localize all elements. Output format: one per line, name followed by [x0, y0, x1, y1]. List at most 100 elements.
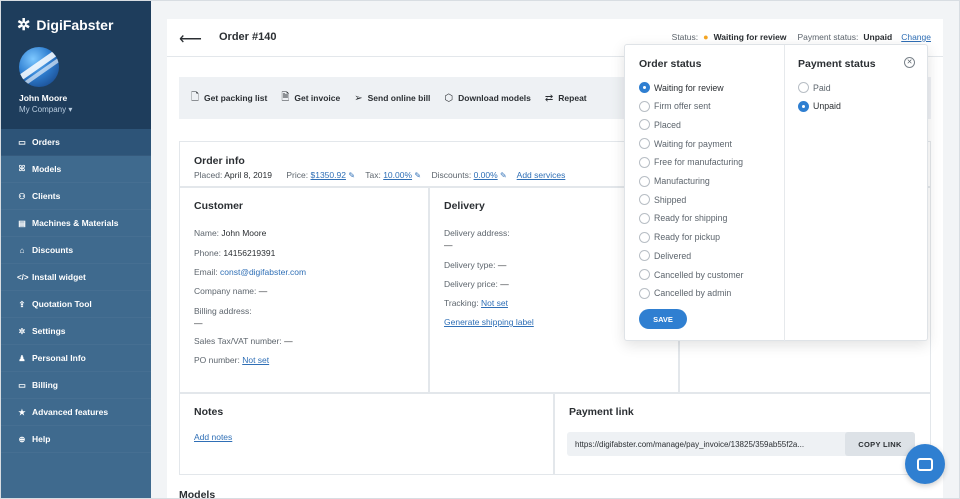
toolbar-repeat-icon: ⇄	[544, 92, 554, 104]
sidebar-item-orders[interactable]: ▭ Orders	[1, 129, 151, 156]
order-status-option-free-for-manufacturing[interactable]: Free for manufacturing	[639, 156, 743, 168]
sidebar-item-label: Discounts	[32, 245, 74, 255]
order-info-title: Order info	[194, 155, 245, 167]
close-icon[interactable]: ✕	[904, 57, 915, 68]
order-status-option-manufacturing[interactable]: Manufacturing	[639, 175, 710, 187]
sidebar-item-settings[interactable]: ✲ Settings	[1, 318, 151, 345]
add-notes-link[interactable]: Add notes	[194, 432, 232, 442]
generate-shipping-label-link[interactable]: Generate shipping label	[444, 317, 534, 327]
save-button[interactable]: SAVE	[639, 309, 687, 329]
company-selector[interactable]: My Company ▾	[19, 105, 72, 114]
radio-button[interactable]	[639, 212, 650, 224]
order-status-option-waiting-for-payment[interactable]: Waiting for payment	[639, 138, 732, 150]
sidebar-item-quotation-tool[interactable]: ⇪ Quotation Tool	[1, 291, 151, 318]
radio-button[interactable]	[639, 175, 650, 187]
sidebar-item-help[interactable]: ⊕ Help	[1, 426, 151, 453]
customer-company-field: Company name: —	[194, 286, 267, 296]
radio-button[interactable]	[639, 100, 650, 112]
customer-title: Customer	[194, 200, 244, 212]
delivery-address-field: Delivery address:	[444, 228, 510, 238]
payment-status-option-paid[interactable]: Paid	[798, 82, 831, 93]
discounts-label: Discounts:	[431, 170, 472, 180]
order-status-option-shipped[interactable]: Shipped	[639, 194, 686, 206]
change-status-link[interactable]: Change	[901, 32, 931, 42]
toolbar-get-invoice-button[interactable]: 🗎 Get invoice	[281, 90, 340, 107]
delivery-address-label: Delivery address:	[444, 228, 510, 238]
toolbar-get-packing-list-icon: 🗋	[191, 91, 200, 103]
order-status-option-delivered[interactable]: Delivered	[639, 250, 691, 262]
customer-email-link[interactable]: const@digifabster.com	[220, 267, 306, 277]
payment-status-title: Payment status	[798, 58, 876, 70]
tracking-link[interactable]: Not set	[481, 298, 508, 308]
radio-button[interactable]	[798, 100, 809, 112]
sidebar-item-install-widget[interactable]: </> Install widget	[1, 264, 151, 291]
back-arrow-icon[interactable]: ⟵	[179, 29, 202, 49]
edit-discounts-icon[interactable]: ✎	[500, 171, 507, 180]
sidebar: ✲ DigiFabster John Moore My Company ▾ ▭ O…	[1, 1, 151, 498]
payment-link-url[interactable]: https://digifabster.com/manage/pay_invoi…	[567, 440, 845, 449]
toolbar-item-label: Get packing list	[204, 93, 268, 103]
vat-label: Sales Tax/VAT number:	[194, 336, 282, 346]
brand-logo[interactable]: ✲ DigiFabster	[17, 15, 113, 35]
order-status-option-waiting-for-review[interactable]: Waiting for review	[639, 82, 724, 93]
sidebar-item-billing[interactable]: ▭ Billing	[1, 372, 151, 399]
tracking-label: Tracking:	[444, 298, 479, 308]
copy-link-button[interactable]: COPY LINK	[845, 432, 915, 456]
popup-divider	[784, 45, 785, 342]
customer-name-value: John Moore	[221, 228, 267, 238]
customer-email-field: Email: const@digifabster.com	[194, 267, 306, 277]
toolbar-get-packing-list-button[interactable]: 🗋 Get packing list	[191, 90, 267, 107]
customer-vat-field: Sales Tax/VAT number: —	[194, 336, 293, 346]
edit-price-icon[interactable]: ✎	[348, 171, 355, 180]
radio-label: Cancelled by customer	[654, 269, 744, 280]
radio-button[interactable]	[639, 269, 650, 280]
payment-status-option-unpaid[interactable]: Unpaid	[798, 100, 841, 112]
sidebar-nav: ▭ Orders ꕤ Models ⚇ Clients ▤ Machines & Materi…	[1, 129, 151, 453]
radio-button[interactable]	[639, 156, 650, 168]
radio-button[interactable]	[639, 194, 650, 206]
delivery-type-field: Delivery type: —	[444, 260, 506, 270]
toolbar-repeat-button[interactable]: ⇄ Repeat	[545, 93, 587, 104]
price-label: Price:	[286, 170, 309, 180]
discounts-value[interactable]: 0.00%	[474, 170, 498, 180]
sidebar-item-personal-info[interactable]: ♟ Personal Info	[1, 345, 151, 372]
radio-button[interactable]	[639, 138, 650, 150]
person-icon: ♟	[18, 353, 26, 363]
order-status-option-firm-offer-sent[interactable]: Firm offer sent	[639, 100, 711, 112]
radio-label: Cancelled by admin	[654, 288, 732, 299]
tax-value[interactable]: 10.00%	[383, 170, 412, 180]
avatar[interactable]	[19, 47, 59, 87]
edit-tax-icon[interactable]: ✎	[414, 171, 421, 180]
order-status-option-cancelled-by-customer[interactable]: Cancelled by customer	[639, 269, 743, 280]
radio-button[interactable]	[798, 82, 809, 93]
code-icon: </>	[17, 272, 29, 282]
po-value-link[interactable]: Not set	[242, 355, 269, 365]
radio-button[interactable]	[639, 82, 650, 93]
sidebar-item-clients[interactable]: ⚇ Clients	[1, 183, 151, 210]
sidebar-item-label: Models	[32, 164, 62, 174]
radio-label: Waiting for review	[654, 82, 724, 93]
toolbar-download-models-button[interactable]: ⬡ Download models	[444, 93, 530, 104]
radio-button[interactable]	[639, 119, 650, 131]
order-status-option-ready-for-pickup[interactable]: Ready for pickup	[639, 231, 720, 243]
help-icon: ⊕	[18, 434, 26, 444]
delivery-price-value: —	[500, 279, 509, 289]
customer-po-field: PO number: Not set	[194, 355, 269, 365]
price-value[interactable]: $1350.92	[310, 170, 345, 180]
order-status-option-cancelled-by-admin[interactable]: Cancelled by admin	[639, 287, 732, 299]
toolbar-send-online-bill-button[interactable]: ➢ Send online bill	[354, 93, 430, 104]
radio-button[interactable]	[639, 231, 650, 243]
radio-label: Ready for shipping	[654, 213, 728, 224]
radio-button[interactable]	[639, 287, 650, 299]
add-notes-field: Add notes	[194, 432, 232, 442]
sidebar-item-models[interactable]: ꕤ Models	[1, 156, 151, 183]
order-status-option-placed[interactable]: Placed	[639, 119, 681, 131]
sidebar-item-machines-materials[interactable]: ▤ Machines & Materials	[1, 210, 151, 237]
sidebar-item-discounts[interactable]: ⌂ Discounts	[1, 237, 151, 264]
order-status-option-ready-for-shipping[interactable]: Ready for shipping	[639, 212, 728, 224]
brand-mark-icon: ✲	[17, 17, 31, 34]
sidebar-item-advanced-features[interactable]: ★ Advanced features	[1, 399, 151, 426]
chat-button[interactable]	[905, 444, 945, 484]
radio-button[interactable]	[639, 250, 650, 262]
add-services-link[interactable]: Add services	[517, 170, 566, 180]
